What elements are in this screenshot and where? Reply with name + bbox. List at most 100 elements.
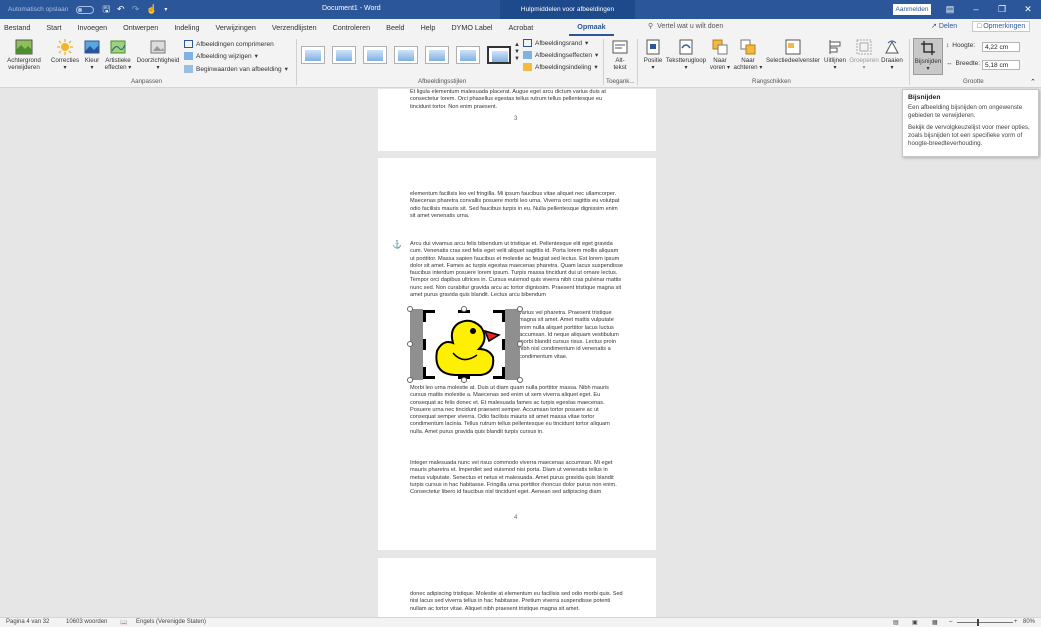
transparency-icon bbox=[150, 40, 166, 54]
tell-me-box[interactable]: ⚲ Vertel wat u wilt doen bbox=[648, 22, 723, 31]
picture-effects-button[interactable]: Afbeeldingseffecten ▾ bbox=[523, 51, 598, 59]
autosave-toggle[interactable] bbox=[76, 5, 95, 14]
resize-handle-left[interactable] bbox=[407, 341, 413, 347]
crop-handle-tr-v[interactable] bbox=[502, 310, 505, 322]
tab-help[interactable]: Help bbox=[413, 19, 444, 36]
page-5[interactable]: donec adipiscing tristique. Molestie at … bbox=[378, 558, 656, 617]
language-indicator[interactable]: Engels (Verenigde Staten) bbox=[136, 619, 206, 625]
alt-text-button[interactable]: Alt- tekst bbox=[609, 39, 631, 71]
touch-mode-icon[interactable]: ☝ bbox=[146, 4, 157, 15]
page-3[interactable]: Et ligula elementum malesuada placerat. … bbox=[378, 89, 656, 151]
wrap-text-button[interactable]: Tekstterugloop ▾ bbox=[665, 39, 707, 71]
align-label: Uitlijnen bbox=[823, 57, 846, 64]
selection-pane-button[interactable]: Selectiedeelvenster bbox=[765, 39, 821, 64]
crop-button[interactable]: Bijsnijden ▾ bbox=[913, 38, 943, 75]
group-objects-button[interactable]: Groeperen ▾ bbox=[849, 39, 879, 71]
bring-forward-button[interactable]: Naar voren ▾ bbox=[709, 39, 731, 71]
tab-beeld[interactable]: Beeld bbox=[378, 19, 412, 36]
crop-handle-left[interactable] bbox=[423, 339, 426, 350]
picture-style-6[interactable] bbox=[456, 46, 480, 64]
document-area[interactable]: Et ligula elementum malesuada placerat. … bbox=[0, 89, 1041, 617]
page-4[interactable]: elementum facilisis leo vel fringilla. M… bbox=[378, 158, 656, 550]
crop-handle-tl-v[interactable] bbox=[423, 310, 426, 322]
width-input[interactable]: 5,18 cm bbox=[982, 60, 1020, 70]
tab-ontwerpen[interactable]: Ontwerpen bbox=[115, 19, 166, 36]
picture-style-1[interactable] bbox=[301, 46, 325, 64]
change-picture-button[interactable]: Afbeelding wijzigen ▾ bbox=[184, 52, 258, 60]
ribbon-display-options-icon[interactable]: ▤ bbox=[937, 0, 963, 19]
picture-style-2[interactable] bbox=[332, 46, 356, 64]
picture-style-5[interactable] bbox=[425, 46, 449, 64]
picture-border-button[interactable]: Afbeeldingsrand ▾ bbox=[523, 39, 588, 47]
send-backward-button[interactable]: Naar achteren ▾ bbox=[733, 39, 763, 71]
minimize-icon[interactable]: – bbox=[963, 0, 989, 19]
resize-handle-bottom[interactable] bbox=[461, 377, 467, 383]
close-icon[interactable]: ✕ bbox=[1015, 0, 1041, 19]
resize-handle-top[interactable] bbox=[461, 306, 467, 312]
align-button[interactable]: Uitlijnen ▾ bbox=[822, 39, 848, 71]
transparency-button[interactable]: Doorzichtigheid ▾ bbox=[135, 39, 181, 71]
resize-handle-tr[interactable] bbox=[517, 306, 523, 312]
height-input[interactable]: 4,22 cm bbox=[982, 42, 1020, 52]
tab-acrobat[interactable]: Acrobat bbox=[501, 19, 542, 36]
tab-verzendlijsten[interactable]: Verzendlijsten bbox=[264, 19, 325, 36]
duck-picture[interactable] bbox=[423, 309, 505, 380]
crop-tooltip: Bijsnijden Een afbeelding bijsnijden om … bbox=[902, 89, 1039, 157]
rotate-button[interactable]: Draaien ▾ bbox=[880, 39, 904, 71]
picture-style-4[interactable] bbox=[394, 46, 418, 64]
picture-style-7[interactable] bbox=[487, 46, 511, 64]
zoom-slider[interactable] bbox=[957, 622, 1013, 623]
read-mode-icon[interactable]: ▤ bbox=[893, 619, 899, 626]
compress-pictures-button[interactable]: Afbeeldingen comprimeren bbox=[184, 40, 274, 48]
share-button[interactable]: ↗ Delen bbox=[931, 22, 957, 30]
page-counter[interactable]: Pagina 4 van 32 bbox=[6, 619, 49, 625]
tooltip-title: Bijsnijden bbox=[908, 94, 941, 101]
crop-handle-bl-v[interactable] bbox=[423, 367, 426, 379]
crop-label: Bijsnijden bbox=[914, 58, 942, 65]
comments-button[interactable]: □ Opmerkingen bbox=[972, 21, 1031, 32]
tab-start[interactable]: Start bbox=[38, 19, 69, 36]
tab-indeling[interactable]: Indeling bbox=[166, 19, 207, 36]
tab-invoegen[interactable]: Invoegen bbox=[70, 19, 116, 36]
reset-picture-button[interactable]: Beginwaarden van afbeelding ▾ bbox=[184, 65, 288, 73]
picture-style-3[interactable] bbox=[363, 46, 387, 64]
zoom-slider-thumb[interactable] bbox=[977, 619, 979, 626]
crop-handle-br-v[interactable] bbox=[502, 367, 505, 379]
proofing-icon[interactable]: 📖 bbox=[120, 619, 127, 626]
tab-controleren[interactable]: Controleren bbox=[325, 19, 379, 36]
qat-customize-icon[interactable]: ▾ bbox=[164, 6, 167, 13]
tab-verwijzingen[interactable]: Verwijzingen bbox=[208, 19, 264, 36]
zoom-out-icon[interactable]: – bbox=[949, 619, 952, 625]
gallery-scroll-button[interactable]: ▲ ▼ ▼ bbox=[513, 42, 521, 63]
selected-image[interactable] bbox=[407, 306, 523, 383]
word-count[interactable]: 10603 woorden bbox=[66, 619, 107, 625]
web-layout-icon[interactable]: ▦ bbox=[932, 619, 938, 626]
picture-layout-button[interactable]: Afbeeldingsindeling ▾ bbox=[523, 63, 598, 71]
position-button[interactable]: Positie ▾ bbox=[641, 39, 665, 71]
tab-opmaak[interactable]: Opmaak bbox=[569, 19, 614, 36]
zoom-in-icon[interactable]: + bbox=[1014, 619, 1018, 625]
resize-handle-tl[interactable] bbox=[407, 306, 413, 312]
undo-icon[interactable]: ↶ bbox=[117, 4, 125, 15]
corrections-button[interactable]: Correcties ▾ bbox=[49, 39, 81, 71]
collapse-ribbon-icon[interactable]: ⌃ bbox=[1030, 78, 1036, 86]
tab-bestand[interactable]: Bestand bbox=[0, 19, 38, 36]
resize-handle-br[interactable] bbox=[517, 377, 523, 383]
print-layout-icon[interactable]: ▣ bbox=[912, 619, 918, 626]
compress-label: Afbeeldingen comprimeren bbox=[196, 40, 274, 48]
redo-icon[interactable]: ↷ bbox=[132, 4, 140, 15]
signin-button[interactable]: Aanmelden bbox=[893, 4, 931, 15]
color-button[interactable]: Kleur ▾ bbox=[82, 39, 102, 71]
resize-handle-bl[interactable] bbox=[407, 377, 413, 383]
zoom-level[interactable]: 80% bbox=[1023, 619, 1035, 625]
crop-handle-right[interactable] bbox=[502, 339, 505, 350]
maximize-icon[interactable]: ❐ bbox=[989, 0, 1015, 19]
ribbon: Achtergrond verwijderen Correcties ▾ Kleu… bbox=[0, 36, 1041, 88]
tab-dymo-label[interactable]: DYMO Label bbox=[443, 19, 500, 36]
remove-background-button[interactable]: Achtergrond verwijderen bbox=[4, 39, 44, 71]
ribbon-separator bbox=[603, 39, 604, 85]
artistic-effects-button[interactable]: Artistieke effecten ▾ bbox=[103, 39, 133, 71]
save-icon[interactable]: 🖫 bbox=[102, 2, 110, 18]
anchor-icon[interactable]: ⚓ bbox=[392, 240, 402, 249]
resize-handle-right[interactable] bbox=[517, 341, 523, 347]
